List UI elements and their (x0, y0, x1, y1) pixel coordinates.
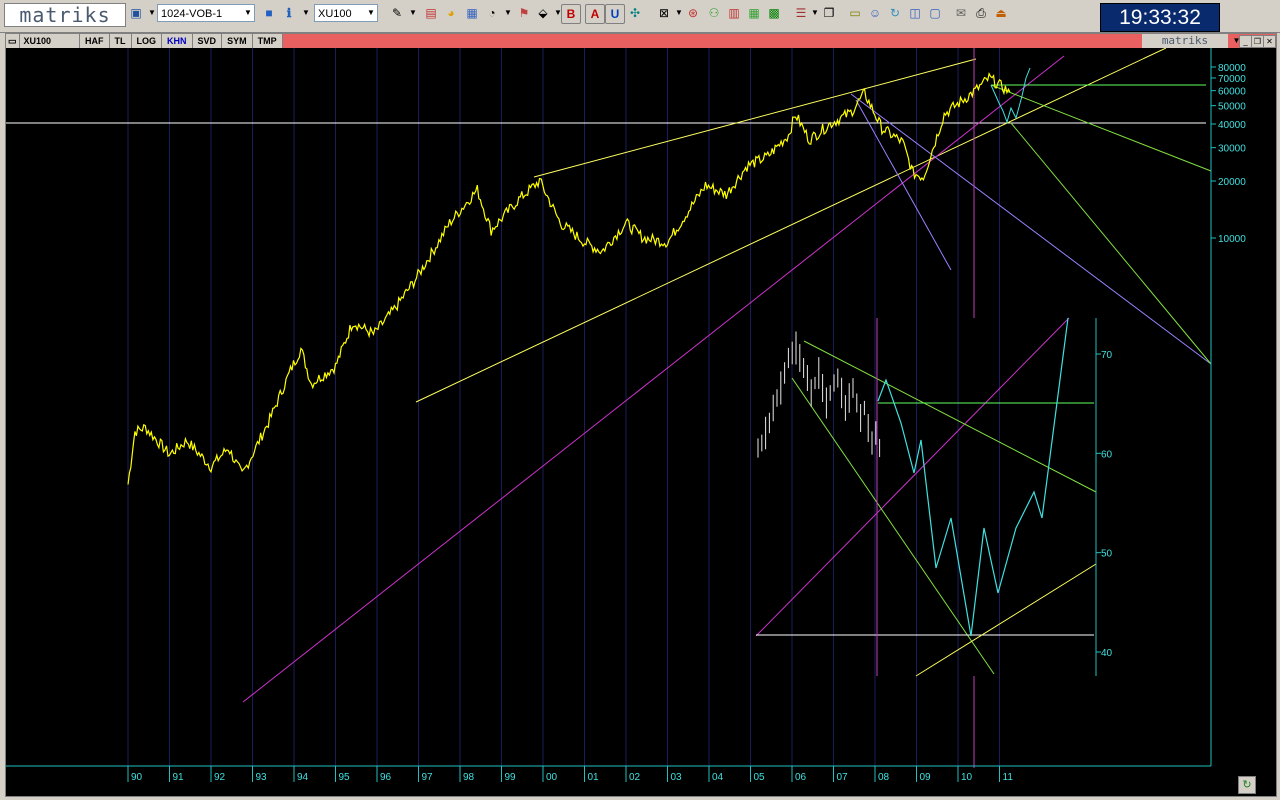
x-tick-label: 97 (422, 772, 434, 783)
exit-icon[interactable]: ⏏ (992, 4, 1010, 22)
x-tick-label: 07 (837, 772, 849, 783)
refresh-chart-icon[interactable]: ↻ (1238, 776, 1256, 794)
chart-tabs: HAF TL LOG KHN SVD SYM TMP (80, 34, 283, 48)
chart-symbol-label: XU100 (20, 34, 81, 48)
chart-titlebar: ▭ XU100 HAF TL LOG KHN SVD SYM TMP matriks ▼ _… (6, 34, 1276, 48)
tab-tmp[interactable]: TMP (253, 34, 283, 48)
window-split-icon[interactable]: ◫ (906, 4, 924, 22)
spreadsheet-icon[interactable]: ▦ (745, 4, 763, 22)
price-chart[interactable]: 10000 20000 30000 40000 50000 60000 7000080000… (6, 48, 1276, 796)
x-tick-label: 94 (297, 772, 309, 783)
x-tick-label: 02 (629, 772, 641, 783)
x-tick-label: 92 (214, 772, 226, 783)
news-icon[interactable]: ▭ (846, 4, 864, 22)
tab-svd[interactable]: SVD (193, 34, 223, 48)
draw-tool-arrow-icon[interactable]: ▼ (404, 4, 422, 22)
info-menu-arrow-icon[interactable]: ▼ (297, 4, 315, 22)
main-toolbar: matriks ▣ ▼ 1024-VOB-1 ▼ ■ ℹ ▼ XU100 ▼ ✎… (0, 0, 1280, 33)
y-tick-label: 30000 (1218, 144, 1246, 155)
a-icon[interactable]: A (585, 4, 605, 24)
x-tick-label: 96 (380, 772, 392, 783)
chart-window: ▭ XU100 HAF TL LOG KHN SVD SYM TMP matriks ▼ _… (5, 33, 1277, 797)
chart-icon[interactable]: ▤ (422, 4, 440, 22)
tab-sym[interactable]: SYM (222, 34, 253, 48)
inset-y-tick-label: 60 (1101, 449, 1113, 460)
y-tick-label: 50000 (1218, 102, 1246, 113)
y-tick-label: 80000 (1218, 63, 1246, 74)
x-tick-label: 01 (588, 772, 600, 783)
x-tick-label: 03 (671, 772, 683, 783)
x-tick-label: 98 (463, 772, 475, 783)
x-tick-label: 08 (878, 772, 890, 783)
alarm-icon[interactable]: ⚑ (515, 4, 533, 22)
symbol-combo[interactable]: XU100 ▼ (314, 4, 378, 22)
chevron-down-icon[interactable]: ▼ (365, 5, 377, 21)
inset-y-tick-label: 50 (1101, 549, 1113, 560)
pie-chart-icon[interactable]: ◕ (442, 4, 460, 22)
x-tick-label: 91 (173, 772, 185, 783)
layout-combo-value: 1024-VOB-1 (161, 8, 223, 20)
tab-tl[interactable]: TL (110, 34, 132, 48)
tab-haf[interactable]: HAF (80, 34, 110, 48)
y-tick-label: 20000 (1218, 177, 1246, 188)
chart-background (6, 48, 1276, 796)
window-single-icon[interactable]: ▢ (926, 4, 944, 22)
x-tick-label: 05 (754, 772, 766, 783)
chart-brand-logo: matriks (1142, 34, 1228, 48)
inset-y-tick-label: 40 (1101, 648, 1113, 659)
link-icon[interactable]: ⊛ (684, 4, 702, 22)
chart-tab-strip: ▭ XU100 HAF TL LOG KHN SVD SYM TMP (6, 34, 283, 48)
y-tick-label: 10000 (1218, 234, 1246, 245)
y-tick-label: 70000 (1218, 74, 1246, 85)
y-tick-label: 60000 (1218, 87, 1246, 98)
windows-icon[interactable]: ❐ (820, 4, 838, 22)
x-tick-label: 99 (505, 772, 517, 783)
x-tick-label: 04 (712, 772, 724, 783)
window-menu-icon[interactable]: ▭ (6, 34, 20, 48)
table-icon[interactable]: ▥ (725, 4, 743, 22)
app-logo: matriks (4, 3, 126, 27)
report-icon[interactable]: ▦ (463, 4, 481, 22)
crosshair-icon[interactable]: ✣ (626, 4, 644, 22)
refresh-icon[interactable]: ↻ (886, 4, 904, 22)
x-tick-label: 93 (256, 772, 268, 783)
y-tick-label: 40000 (1218, 120, 1246, 131)
clock-display: 19:33:32 (1100, 3, 1220, 32)
chevron-down-icon[interactable]: ▼ (242, 5, 254, 21)
close-icon[interactable]: ✕ (1263, 35, 1276, 48)
user-icon[interactable]: ☺ (866, 4, 884, 22)
u-icon[interactable]: U (605, 4, 625, 24)
x-tick-label: 90 (131, 772, 143, 783)
x-tick-label: 10 (961, 772, 973, 783)
mail-icon[interactable]: ✉ (952, 4, 970, 22)
layout-combo[interactable]: 1024-VOB-1 ▼ (157, 4, 255, 22)
tab-khn[interactable]: KHN (162, 34, 193, 48)
x-tick-label: 11 (1003, 772, 1014, 783)
bold-b-icon[interactable]: B (561, 4, 581, 24)
x-tick-label: 09 (920, 772, 932, 783)
x-tick-label: 95 (339, 772, 351, 783)
x-tick-label: 06 (795, 772, 807, 783)
print-icon[interactable]: ⎙ (972, 4, 990, 22)
window-blue-icon[interactable]: ■ (260, 4, 278, 22)
tab-log[interactable]: LOG (132, 34, 163, 48)
info-icon[interactable]: ℹ (280, 4, 298, 22)
people-icon[interactable]: ⚇ (705, 4, 723, 22)
inset-y-tick-label: 70 (1101, 350, 1113, 361)
grid-icon[interactable]: ▩ (765, 4, 783, 22)
symbol-combo-value: XU100 (318, 8, 352, 20)
x-tick-label: 00 (546, 772, 558, 783)
